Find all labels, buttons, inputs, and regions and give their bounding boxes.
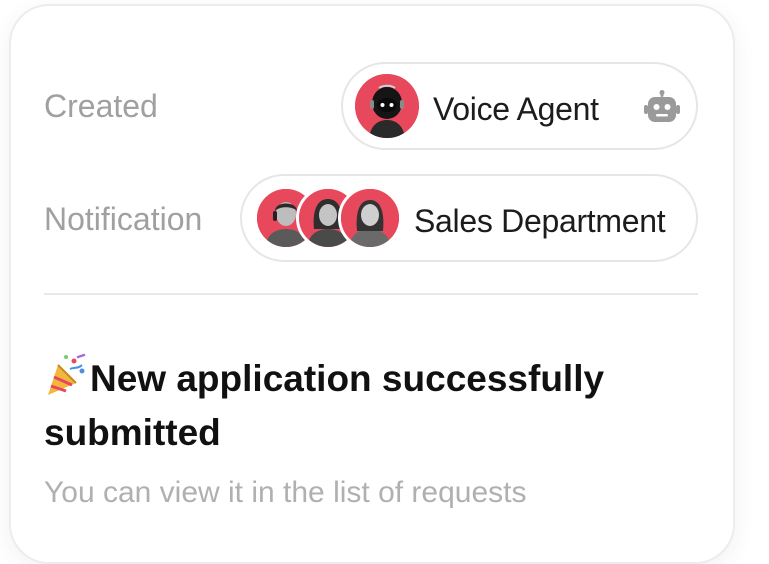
creator-chip[interactable]: Voice Agent — [341, 62, 698, 150]
notification-label: Notification — [44, 201, 203, 237]
robot-avatar — [355, 74, 419, 138]
party-popper-icon — [44, 353, 88, 397]
message-title-text: New application successfully submitted — [44, 358, 605, 453]
recipient-chip[interactable]: Sales Department — [240, 174, 698, 262]
creator-name: Voice Agent — [433, 91, 599, 127]
divider — [44, 293, 698, 295]
recipient-name: Sales Department — [414, 203, 666, 239]
robot-icon — [644, 90, 680, 131]
created-label: Created — [44, 88, 158, 124]
message-description: You can view it in the list of requests — [44, 476, 527, 509]
message-title: New application successfully submitted — [44, 352, 724, 460]
person-avatar — [338, 186, 402, 250]
